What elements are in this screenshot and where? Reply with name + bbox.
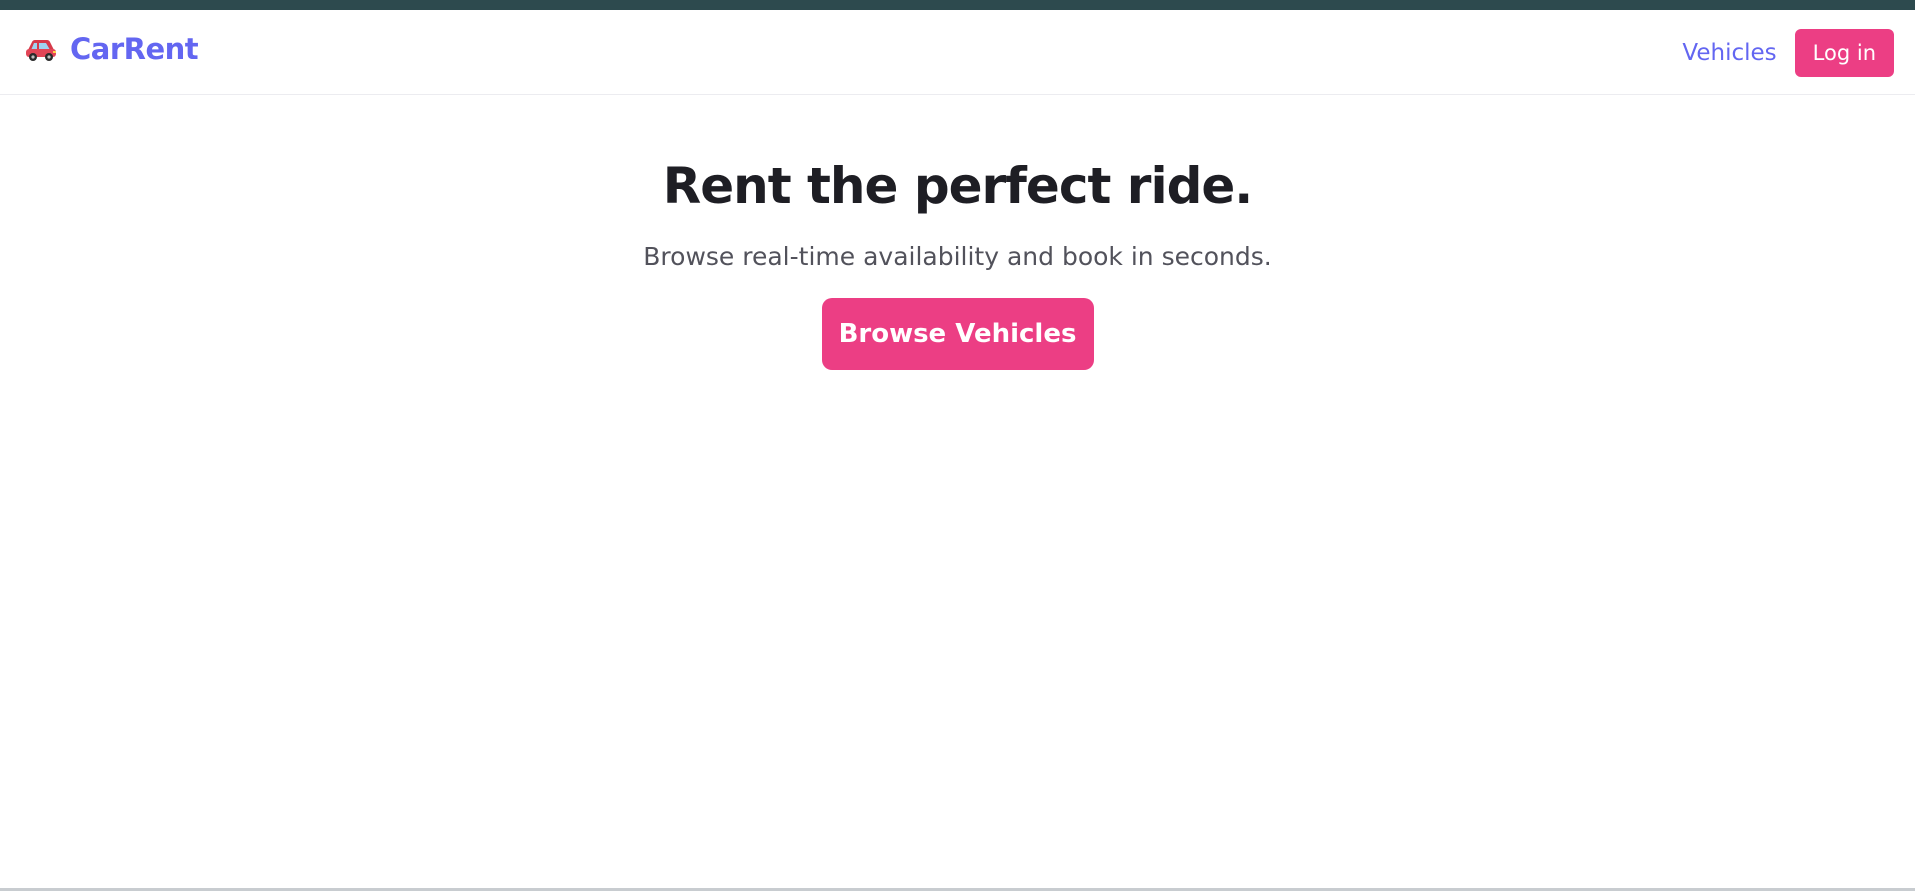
brand-home-link[interactable]: CarRent — [24, 32, 199, 66]
navbar: CarRent Vehicles Log in — [0, 10, 1915, 95]
hero-subtitle: Browse real-time availability and book i… — [643, 242, 1272, 271]
login-button[interactable]: Log in — [1794, 29, 1894, 77]
car-icon — [24, 35, 58, 63]
brand-name: CarRent — [70, 32, 199, 66]
hero-title: Rent the perfect ride. — [662, 157, 1254, 215]
nav-actions: Vehicles Log in — [1682, 29, 1894, 77]
browse-vehicles-button[interactable]: Browse Vehicles — [821, 298, 1094, 370]
hero-section: Rent the perfect ride. Browse real-time … — [0, 150, 1915, 370]
nav-link-vehicles[interactable]: Vehicles — [1682, 40, 1776, 66]
window-top-strip — [0, 0, 1915, 10]
